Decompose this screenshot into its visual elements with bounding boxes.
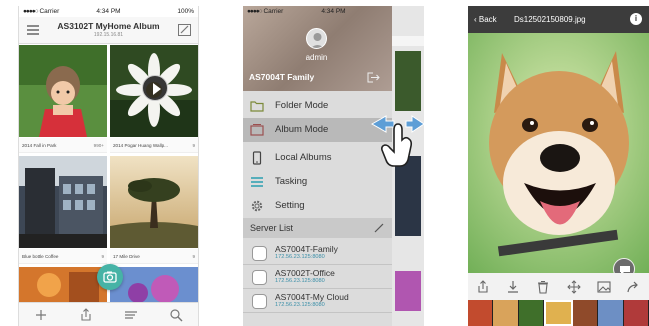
photo-filename: Ds12502150809.jpg: [514, 15, 586, 24]
album-caption: 2014 Pogar Huang Wallp... 9: [110, 138, 198, 153]
logout-icon[interactable]: [367, 72, 380, 83]
list-icon: [251, 177, 263, 187]
image-icon[interactable]: [597, 280, 611, 294]
trash-icon[interactable]: [536, 280, 550, 294]
status-bar: ●●●●○ Carrier 4:34 PM 100%: [19, 6, 198, 17]
server-list-header: Server List: [243, 218, 392, 238]
server-item[interactable]: AS7004T-Family 172.56.23.125:8080: [243, 242, 392, 265]
bottom-toolbar: [19, 302, 198, 326]
thumbnail[interactable]: [468, 300, 494, 326]
page-title: AS3102T MyHome Album: [57, 21, 160, 31]
server-item[interactable]: AS7004T-My Cloud 172.56.23.125:8080: [243, 290, 392, 313]
plus-icon[interactable]: [34, 308, 48, 322]
battery-label: 100%: [177, 8, 194, 15]
album-cover-image: [19, 267, 107, 303]
menu-item-tasking[interactable]: Tasking: [243, 170, 392, 194]
album-tile[interactable]: [19, 267, 107, 303]
thumbnail[interactable]: [572, 300, 599, 326]
album-tile[interactable]: 2014 Pogar Huang Wallp... 9: [110, 45, 198, 155]
clock: 4:34 PM: [321, 8, 346, 15]
sort-icon[interactable]: [124, 308, 138, 322]
viewer-toolbar: [468, 273, 649, 300]
album-tile[interactable]: 17 Mile Drive 9: [110, 156, 198, 266]
user-name: admin: [305, 53, 328, 62]
album-caption: 17 Mile Drive 9: [110, 249, 198, 264]
thumbnail-strip[interactable]: [468, 300, 649, 326]
download-icon[interactable]: [506, 280, 520, 294]
photo-viewer-screen: ‹ Back Ds12502150809.jpg i: [468, 6, 649, 326]
comment-button[interactable]: [613, 258, 635, 273]
back-button[interactable]: ‹ Back: [474, 15, 497, 24]
viewer-header: ‹ Back Ds12502150809.jpg i: [468, 6, 649, 33]
album-caption: 2014 Fall in Park 990+: [19, 138, 107, 153]
share-icon[interactable]: [476, 279, 490, 294]
album-cover-image: [110, 267, 198, 303]
search-icon[interactable]: [169, 308, 183, 322]
server-ip: 192.15.16.81: [93, 32, 124, 38]
thumbnail[interactable]: [493, 300, 519, 326]
nas-name: AS7004T Family: [249, 72, 315, 82]
server-item[interactable]: AS7002T-Office 172.56.23.125:8080: [243, 266, 392, 289]
camera-upload-button[interactable]: [97, 264, 123, 290]
menu-item-setting[interactable]: Setting: [243, 194, 392, 218]
thumbnail[interactable]: [623, 300, 649, 326]
album-count: 9: [192, 143, 195, 148]
thumbnail[interactable]: [518, 300, 545, 326]
carrier-label: Carrier: [263, 8, 284, 15]
album-tile[interactable]: [110, 267, 198, 303]
move-icon[interactable]: [566, 279, 581, 294]
server-icon: [252, 246, 267, 261]
info-icon[interactable]: i: [630, 13, 642, 25]
album-count: 9: [101, 254, 104, 259]
user-icon: [310, 33, 325, 48]
thumbnail-selected[interactable]: [544, 300, 573, 326]
avatar[interactable]: [306, 28, 327, 49]
comment-icon: [620, 266, 630, 273]
dog-photo-image: [468, 33, 649, 273]
edit-pencil-icon[interactable]: [374, 223, 384, 233]
swipe-gesture-icon: [370, 115, 424, 167]
album-tile[interactable]: 2014 Fall in Park 990+: [19, 45, 107, 155]
thumbnail[interactable]: [598, 300, 624, 326]
album-tile[interactable]: Blue bottle Coffee 9: [19, 156, 107, 266]
album-count: 990+: [93, 143, 104, 148]
clock: 4:34 PM: [96, 8, 121, 15]
play-slideshow-button[interactable]: [142, 75, 168, 101]
album-icon: [250, 124, 264, 136]
album-count: 9: [192, 254, 195, 259]
signal-icon: ●●●●○: [23, 8, 39, 15]
forward-icon[interactable]: [627, 280, 641, 294]
server-icon: [252, 270, 267, 285]
album-screen: ●●●●○ Carrier 4:34 PM 100% AS3102T MyHom…: [18, 6, 199, 326]
camera-icon: [103, 271, 117, 283]
album-cover-image: [19, 45, 107, 137]
share-icon[interactable]: [79, 307, 93, 322]
gear-icon: [251, 200, 263, 212]
drawer-screen: ●●●●○ Carrier 4:34 PM 100% admin AS7004T…: [243, 6, 424, 326]
server-icon: [252, 294, 267, 309]
album-cover-image: [19, 156, 107, 248]
album-header: AS3102T MyHome Album 192.15.16.81: [19, 17, 198, 44]
phone-icon: [252, 151, 262, 165]
album-cover-image: [110, 156, 198, 248]
edit-icon[interactable]: [178, 24, 191, 36]
photo-view[interactable]: [468, 33, 649, 273]
carrier-label: Carrier: [39, 8, 60, 15]
folder-icon: [250, 101, 264, 112]
album-caption: Blue bottle Coffee 9: [19, 249, 107, 264]
signal-icon: ●●●●○: [247, 8, 263, 15]
